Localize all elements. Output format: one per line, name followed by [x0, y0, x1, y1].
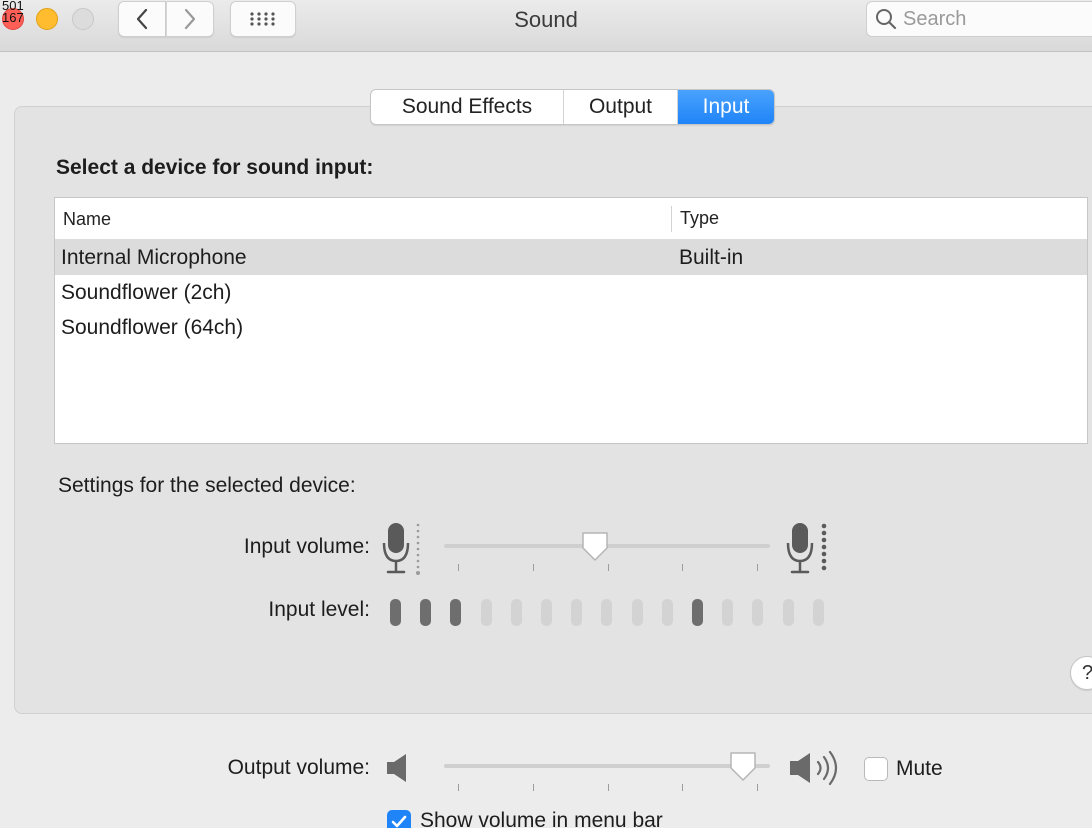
show-volume-checkbox[interactable] — [387, 810, 411, 828]
input-level-bar — [631, 599, 643, 626]
tab-bar: Sound Effects Output Input — [370, 89, 775, 125]
input-level-bar — [541, 599, 552, 626]
speaker-low-icon — [387, 754, 406, 782]
column-header-name[interactable]: Name — [55, 205, 672, 232]
input-level-bar — [661, 599, 673, 626]
column-header-type[interactable]: Type — [672, 208, 719, 229]
input-level-bar — [601, 599, 613, 626]
input-level-bar — [390, 599, 401, 626]
output-volume-label: Output volume: — [227, 756, 370, 779]
input-level-bar — [752, 599, 764, 626]
input-level-bar — [722, 599, 734, 626]
input-level-bar — [420, 599, 432, 626]
device-name: Soundflower (2ch) — [61, 280, 232, 304]
table-row[interactable]: Internal Microphone Built-in — [55, 240, 1087, 275]
table-row[interactable]: Soundflower (64ch) — [55, 310, 1087, 345]
device-section-title: Select a device for sound input: — [56, 156, 374, 179]
input-level-label: Input level: — [268, 598, 370, 621]
mute-label: Mute — [896, 757, 943, 780]
input-level-bar — [692, 599, 703, 626]
output-volume-thumb[interactable] — [728, 750, 758, 782]
search-input[interactable] — [903, 7, 1083, 31]
output-volume-slider[interactable] — [444, 750, 774, 796]
input-volume-thumb[interactable] — [580, 530, 610, 562]
input-level-bar — [510, 599, 522, 626]
show-volume-label: Show volume in menu bar — [420, 809, 663, 828]
input-level-bar — [782, 599, 794, 626]
magnifier-icon — [876, 9, 897, 30]
input-device-table: Name Type Internal Microphone Built-in S… — [54, 197, 1088, 444]
microphone-high-icon — [786, 523, 827, 574]
speaker-high-icon — [790, 750, 838, 786]
search-field[interactable] — [866, 1, 1092, 37]
title-bar: 501 167 Sound — [0, 0, 1092, 52]
input-level-bar — [812, 599, 824, 626]
input-volume-label: Input volume: — [243, 535, 370, 558]
table-row[interactable]: Soundflower (2ch) — [55, 275, 1087, 310]
device-name: Soundflower (64ch) — [61, 315, 244, 339]
device-type: Built-in — [679, 245, 744, 269]
device-name: Internal Microphone — [61, 245, 247, 269]
tab-input[interactable]: Input — [678, 90, 774, 124]
table-header: Name Type — [55, 198, 1087, 240]
checkmark-icon — [391, 815, 407, 828]
input-level-bar — [571, 599, 583, 626]
input-level-bar — [450, 599, 462, 626]
tab-output[interactable]: Output — [564, 90, 678, 124]
tab-sound-effects[interactable]: Sound Effects — [371, 90, 564, 124]
mute-checkbox[interactable] — [864, 757, 888, 781]
settings-label: Settings for the selected device: — [58, 474, 356, 497]
input-volume-slider[interactable] — [444, 530, 772, 576]
microphone-low-icon — [382, 523, 420, 575]
input-level-bar — [480, 599, 492, 626]
